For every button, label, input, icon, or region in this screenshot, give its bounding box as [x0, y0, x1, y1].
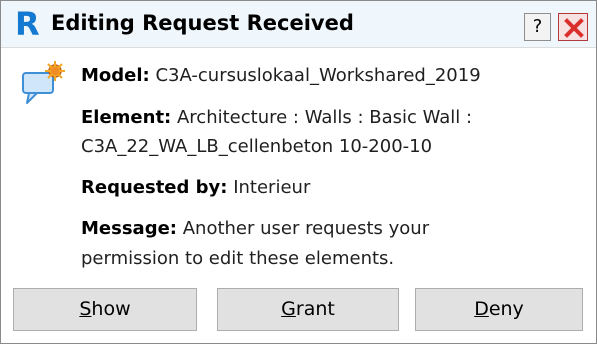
help-button[interactable]: ?: [524, 13, 551, 41]
model-label: Model:: [81, 65, 150, 86]
deny-button[interactable]: Deny: [415, 288, 583, 331]
element-label: Element:: [81, 107, 172, 128]
show-access-key: S: [79, 298, 92, 320]
requested-by-row: Requested by: Interieur: [81, 173, 310, 202]
message-value-line2: permission to edit these elements.: [81, 248, 395, 269]
show-button-label: how: [91, 298, 131, 320]
element-value-line1: Architecture : Walls : Basic Wall :: [171, 107, 473, 128]
requested-by-label: Requested by:: [81, 177, 228, 198]
revit-logo-icon: R: [15, 5, 40, 43]
help-icon: ?: [532, 16, 543, 37]
deny-access-key: D: [474, 298, 489, 320]
close-icon: [564, 18, 584, 38]
message-row: Message: Another user requests your: [81, 214, 429, 243]
element-value-line2: C3A_22_WA_LB_cellenbeton 10-200-10: [81, 136, 433, 157]
grant-access-key: G: [281, 298, 296, 320]
model-value: C3A-cursuslokaal_Workshared_2019: [149, 65, 481, 86]
grant-button[interactable]: Grant: [217, 288, 399, 331]
element-row: Element: Architecture : Walls : Basic Wa…: [81, 103, 472, 132]
model-row: Model: C3A-cursuslokaal_Workshared_2019: [81, 61, 481, 90]
show-button[interactable]: Show: [13, 288, 197, 331]
deny-button-label: eny: [488, 298, 524, 320]
message-row-continued: permission to edit these elements.: [81, 244, 394, 273]
grant-button-label: rant: [295, 298, 335, 320]
title-bar[interactable]: R Editing Request Received ?: [1, 1, 596, 48]
speech-bubble-alert-icon: [22, 61, 65, 104]
dialog-title: Editing Request Received: [51, 11, 354, 35]
message-value-line1: Another user requests your: [177, 218, 430, 239]
editing-request-dialog: R Editing Request Received ? Model: C3A-…: [0, 0, 597, 344]
message-label: Message:: [81, 218, 177, 239]
requested-by-value: Interieur: [227, 177, 311, 198]
element-row-continued: C3A_22_WA_LB_cellenbeton 10-200-10: [81, 132, 432, 161]
close-button[interactable]: [558, 13, 588, 41]
